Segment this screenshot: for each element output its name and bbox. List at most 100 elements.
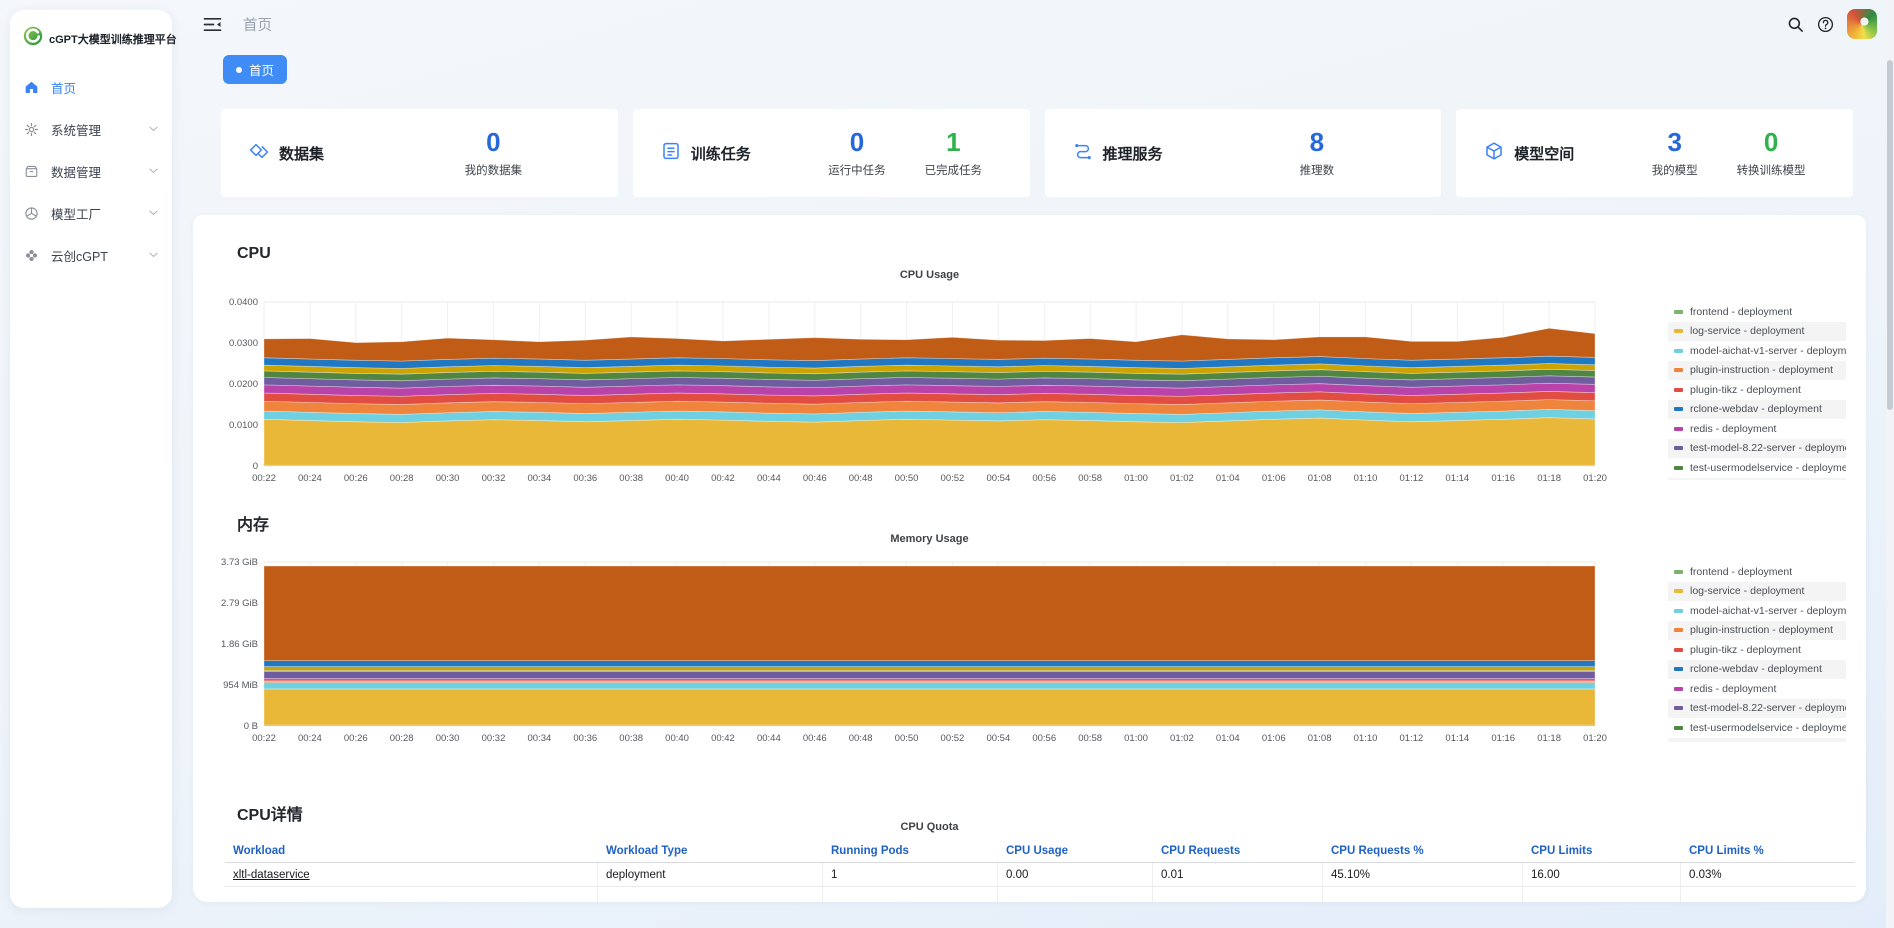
cpu-chart-legend: frontend - deploymentlog-service - deplo… — [1668, 302, 1846, 480]
legend-item[interactable]: frontend - deployment — [1668, 302, 1846, 322]
legend-label: rclone-webdav - deployment — [1690, 663, 1822, 675]
help-icon[interactable] — [1817, 16, 1834, 33]
svg-text:01:14: 01:14 — [1445, 473, 1469, 484]
legend-item[interactable]: plugin-tikz - deployment — [1668, 640, 1846, 660]
svg-text:01:20: 01:20 — [1583, 473, 1607, 484]
legend-item[interactable]: test-usermodelservice - deployment — [1668, 718, 1846, 738]
box-icon — [24, 164, 39, 179]
workload-link[interactable]: xltl-dataservice — [233, 869, 310, 881]
column-header[interactable]: Workload — [225, 840, 598, 862]
stat-caption: 推理数 — [1300, 162, 1335, 178]
stat-caption: 我的数据集 — [465, 162, 523, 178]
column-header[interactable]: Workload Type — [598, 840, 823, 862]
cpu-usage-chart[interactable]: 00:2200:2400:2600:2800:3000:3200:3400:36… — [218, 297, 1608, 493]
chevron-down-icon — [149, 126, 158, 132]
sidebar-item-3[interactable]: 模型工厂 — [10, 193, 172, 233]
legend-label: rclone-webdav - deployment — [1690, 403, 1822, 415]
breadcrumb[interactable]: 首页 — [243, 14, 272, 35]
legend-item[interactable]: test-usermodelservice - deployment — [1668, 458, 1846, 478]
legend-marker — [1674, 427, 1683, 431]
table-cell — [823, 887, 998, 902]
stat-card-2[interactable]: 推理服务8推理数 — [1045, 109, 1442, 197]
table-cell — [1323, 887, 1523, 902]
legend-marker — [1674, 349, 1683, 353]
legend-item[interactable]: rclone-webdav - deployment — [1668, 400, 1846, 420]
legend-item[interactable]: test08-server - deployment — [1668, 738, 1846, 743]
svg-text:00:42: 00:42 — [711, 473, 735, 484]
sidebar-item-0[interactable]: 首页 — [10, 67, 172, 107]
table-cell: 0.01 — [1153, 863, 1323, 886]
legend-item[interactable]: plugin-instruction - deployment — [1668, 621, 1846, 641]
topbar: 首页 — [203, 0, 1864, 48]
stat-card-0[interactable]: 数据集0我的数据集 — [221, 109, 618, 197]
svg-text:00:48: 00:48 — [849, 473, 873, 484]
cpu-quota-table-title: CPU Quota — [264, 821, 1595, 833]
user-avatar[interactable] — [1847, 9, 1877, 39]
svg-text:00:36: 00:36 — [573, 733, 597, 744]
legend-label: redis - deployment — [1690, 683, 1776, 695]
svg-text:00:50: 00:50 — [895, 733, 919, 744]
svg-text:00:38: 00:38 — [619, 473, 643, 484]
chevron-down-icon — [149, 168, 158, 174]
stats-row: 数据集0我的数据集训练任务0运行中任务1已完成任务推理服务8推理数模型空间3我的… — [221, 109, 1853, 197]
svg-text:01:20: 01:20 — [1583, 733, 1607, 744]
sidebar-collapse-button[interactable] — [203, 14, 223, 34]
memory-usage-chart[interactable]: 00:2200:2400:2600:2800:3000:3200:3400:36… — [218, 557, 1608, 753]
column-header[interactable]: CPU Requests % — [1323, 840, 1523, 862]
legend-item[interactable]: redis - deployment — [1668, 419, 1846, 439]
legend-item[interactable]: model-aichat-v1-server - deployment — [1668, 341, 1846, 361]
legend-item[interactable]: plugin-instruction - deployment — [1668, 361, 1846, 381]
legend-item[interactable]: rclone-webdav - deployment — [1668, 660, 1846, 680]
legend-item[interactable]: log-service - deployment — [1668, 582, 1846, 602]
legend-marker — [1674, 706, 1683, 710]
sidebar-item-4[interactable]: 云创cGPT — [10, 235, 172, 275]
legend-marker — [1674, 407, 1683, 411]
svg-text:0.0300: 0.0300 — [229, 338, 258, 349]
training-icon — [661, 141, 681, 166]
column-header[interactable]: CPU Requests — [1153, 840, 1323, 862]
dataset-icon — [249, 141, 269, 166]
legend-label: test-usermodelservice - deployment — [1690, 722, 1846, 734]
legend-item[interactable]: plugin-tikz - deployment — [1668, 380, 1846, 400]
legend-marker — [1674, 388, 1683, 392]
table-row-partial — [225, 887, 1855, 902]
column-header[interactable]: CPU Usage — [998, 840, 1153, 862]
page-scrollbar-thumb[interactable] — [1887, 60, 1893, 410]
svg-text:00:36: 00:36 — [573, 473, 597, 484]
sidebar-item-1[interactable]: 系统管理 — [10, 109, 172, 149]
svg-text:00:56: 00:56 — [1032, 733, 1056, 744]
svg-text:01:10: 01:10 — [1354, 733, 1378, 744]
chevron-down-icon — [149, 252, 158, 258]
legend-item[interactable]: redis - deployment — [1668, 679, 1846, 699]
stat-label: 推理服务 — [1103, 143, 1163, 164]
legend-item[interactable]: test08-server - deployment — [1668, 478, 1846, 481]
page-tab-home[interactable]: 首页 — [223, 55, 287, 84]
table-cell: 0.00 — [998, 863, 1153, 886]
column-header[interactable]: CPU Limits — [1523, 840, 1681, 862]
search-icon[interactable] — [1787, 16, 1804, 33]
sidebar-item-2[interactable]: 数据管理 — [10, 151, 172, 191]
stat-card-1[interactable]: 训练任务0运行中任务1已完成任务 — [633, 109, 1030, 197]
column-header[interactable]: CPU Limits % — [1681, 840, 1855, 862]
svg-text:00:30: 00:30 — [436, 473, 460, 484]
legend-marker — [1674, 466, 1683, 470]
legend-item[interactable]: log-service - deployment — [1668, 322, 1846, 342]
table-cell: 1 — [823, 863, 998, 886]
svg-text:01:02: 01:02 — [1170, 473, 1194, 484]
svg-text:01:04: 01:04 — [1216, 473, 1240, 484]
column-header[interactable]: Running Pods — [823, 840, 998, 862]
stat-card-3[interactable]: 模型空间3我的模型0转换训练模型 — [1456, 109, 1853, 197]
legend-item[interactable]: frontend - deployment — [1668, 562, 1846, 582]
svg-text:0.0200: 0.0200 — [229, 379, 258, 390]
table-cell: 45.10% — [1323, 863, 1523, 886]
legend-item[interactable]: test-model-8.22-server - deployment — [1668, 699, 1846, 719]
svg-text:00:28: 00:28 — [390, 733, 414, 744]
memory-chart-title: Memory Usage — [264, 533, 1595, 545]
legend-item[interactable]: test-model-8.22-server - deployment — [1668, 439, 1846, 459]
legend-item[interactable]: model-aichat-v1-server - deployment — [1668, 601, 1846, 621]
legend-label: plugin-tikz - deployment — [1690, 644, 1801, 656]
model-space-icon — [1484, 141, 1504, 166]
legend-marker — [1674, 609, 1683, 613]
svg-text:00:48: 00:48 — [849, 733, 873, 744]
svg-text:01:02: 01:02 — [1170, 733, 1194, 744]
